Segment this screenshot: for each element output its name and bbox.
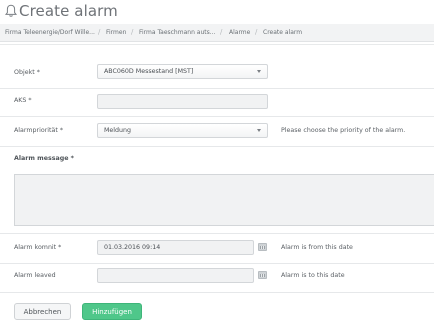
breadcrumb-separator: / — [220, 28, 223, 36]
breadcrumb-item-company[interactable]: Firma Teleenergie/Dorf Wille... — [5, 29, 95, 36]
aks-field[interactable] — [97, 94, 268, 109]
breadcrumb-item-firm[interactable]: Firma Taeschmann auts... — [139, 29, 215, 36]
breadcrumb-item-alarme[interactable]: Alarme — [229, 29, 250, 36]
page-header: Create alarm — [0, 0, 434, 24]
divider — [0, 116, 434, 117]
komnit-hint: Alarm is from this date — [281, 244, 353, 251]
objekt-select-value: ABC060D Messestand [MST] — [104, 68, 194, 75]
chevron-down-icon — [257, 129, 261, 132]
add-button[interactable]: Hinzufügen — [82, 303, 142, 320]
leaved-label: Alarm leaved — [14, 272, 56, 279]
bell-icon — [5, 4, 17, 17]
divider — [0, 146, 434, 147]
objekt-label: Objekt * — [14, 69, 40, 76]
divider — [0, 263, 434, 264]
objekt-select[interactable]: ABC060D Messestand [MST] — [97, 64, 268, 79]
priority-label: Alarmpriorität * — [14, 127, 64, 134]
divider — [0, 233, 434, 234]
cancel-button[interactable]: Abbrechen — [14, 303, 71, 320]
message-textarea[interactable] — [14, 174, 434, 226]
breadcrumb-item-current: Create alarm — [263, 29, 303, 36]
leaved-hint: Alarm is to this date — [281, 272, 345, 279]
priority-select[interactable]: Meldung — [97, 123, 268, 138]
calendar-icon[interactable] — [258, 243, 267, 251]
breadcrumb: Firma Teleenergie/Dorf Wille... / Firmen… — [0, 24, 434, 42]
breadcrumb-separator: / — [131, 28, 134, 36]
komnit-date-field[interactable]: 01.03.2016 09:14 — [97, 240, 254, 255]
breadcrumb-separator: / — [98, 28, 101, 36]
breadcrumb-item-firmen[interactable]: Firmen — [106, 29, 126, 36]
chevron-down-icon — [257, 70, 261, 73]
message-label: Alarm message * — [14, 155, 74, 162]
divider — [0, 88, 434, 89]
leaved-date-field[interactable] — [97, 268, 254, 283]
priority-hint: Please choose the priority of the alarm. — [281, 127, 406, 134]
priority-select-value: Meldung — [104, 127, 132, 134]
calendar-icon[interactable] — [258, 271, 267, 279]
aks-label: AKS * — [14, 97, 32, 104]
page-title: Create alarm — [19, 2, 118, 20]
komnit-label: Alarm komnit * — [14, 244, 62, 251]
breadcrumb-separator: / — [255, 28, 258, 36]
divider — [0, 292, 434, 293]
